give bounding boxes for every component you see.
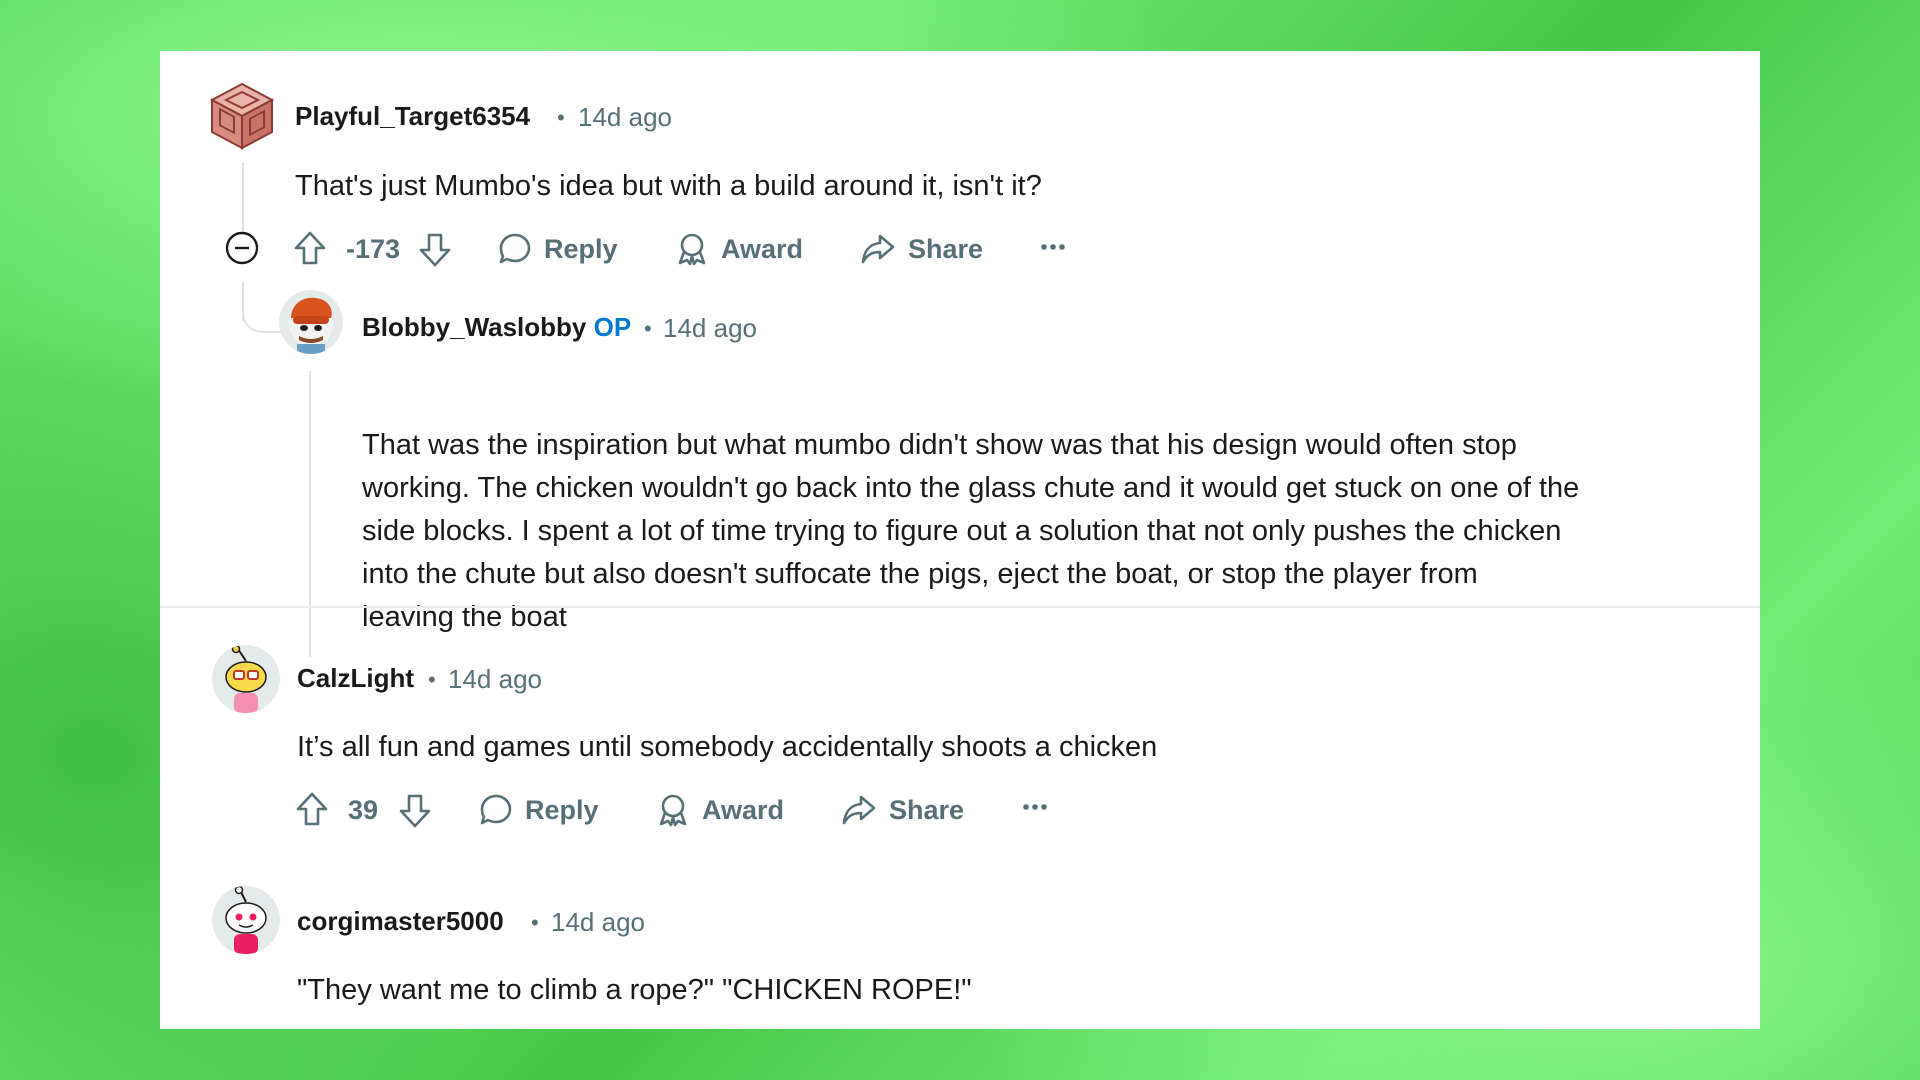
comment-body-line: side blocks. I spent a lot of time tryin…: [362, 515, 1562, 547]
comment-body-line: That was the inspiration but what mumbo …: [362, 429, 1517, 461]
upvote-button[interactable]: [293, 230, 327, 266]
downvote-button[interactable]: [398, 793, 432, 829]
timestamp[interactable]: 14d ago: [663, 313, 757, 344]
comment-thread-card: Playful_Target6354 • 14d ago That's just…: [160, 51, 1760, 1029]
award-label: Award: [702, 794, 785, 825]
downvote-button[interactable]: [418, 232, 452, 268]
more-options-button[interactable]: [1040, 237, 1066, 257]
arrow-up-icon: [296, 792, 328, 826]
username[interactable]: corgimaster5000: [297, 906, 504, 937]
comment-body-line: leaving the boat: [362, 601, 567, 633]
arrow-down-icon: [399, 794, 431, 828]
vote-count: -173: [346, 234, 401, 264]
collapse-button[interactable]: [225, 231, 259, 265]
avatar[interactable]: [212, 886, 280, 954]
reply-label: Reply: [525, 794, 599, 825]
share-button[interactable]: Share: [860, 232, 983, 266]
meta-separator: •: [644, 316, 652, 341]
avatar[interactable]: [212, 645, 280, 713]
cube-avatar-icon: [210, 82, 274, 150]
award-button[interactable]: Award: [656, 793, 784, 827]
timestamp[interactable]: 14d ago: [551, 907, 645, 938]
op-badge: OP: [593, 312, 632, 342]
award-label: Award: [721, 233, 804, 264]
reply-button[interactable]: Reply: [498, 232, 618, 266]
meta-separator: •: [428, 667, 436, 692]
award-button[interactable]: Award: [675, 232, 803, 266]
snoo-avatar-icon: [225, 645, 267, 713]
comment-body: "They want me to climb a rope?" "CHICKEN…: [297, 974, 972, 1006]
arrow-up-icon: [294, 231, 326, 265]
speech-bubble-icon: [480, 794, 512, 825]
reply-button[interactable]: Reply: [479, 793, 599, 827]
username[interactable]: CalzLight: [297, 663, 414, 694]
username-text: Blobby_Waslobby: [362, 312, 587, 342]
username[interactable]: Playful_Target6354: [295, 101, 530, 132]
award-ribbon-icon: [678, 233, 706, 266]
timestamp[interactable]: 14d ago: [448, 664, 542, 695]
meta-separator: •: [557, 105, 565, 130]
meta-separator: •: [531, 910, 539, 935]
share-arrow-icon: [842, 795, 876, 825]
username[interactable]: Blobby_Waslobby OP: [362, 312, 631, 343]
ellipsis-icon: [1023, 804, 1047, 810]
divider: [160, 606, 1760, 608]
reply-thread-line[interactable]: [309, 371, 311, 657]
award-ribbon-icon: [659, 794, 687, 827]
arrow-down-icon: [419, 233, 451, 267]
more-options-button[interactable]: [1022, 797, 1048, 817]
comment-body: It’s all fun and games until somebody ac…: [297, 731, 1158, 763]
share-button[interactable]: Share: [841, 793, 964, 827]
upvote-button[interactable]: [295, 791, 329, 827]
snoo-avatar-icon: [225, 886, 267, 954]
ellipsis-icon: [1041, 244, 1065, 250]
snoo-avatar-icon: [289, 297, 333, 354]
avatar[interactable]: [279, 290, 343, 354]
reply-label: Reply: [544, 233, 618, 264]
share-arrow-icon: [861, 234, 895, 264]
timestamp[interactable]: 14d ago: [578, 102, 672, 133]
comment-body-line: into the chute but also doesn't suffocat…: [362, 558, 1478, 590]
share-label: Share: [908, 233, 984, 264]
avatar[interactable]: [210, 82, 274, 150]
minus-circle-icon: [225, 231, 259, 265]
vote-count: 39: [348, 795, 379, 825]
comment-body-line: working. The chicken wouldn't go back in…: [362, 472, 1580, 504]
comment-body: That's just Mumbo's idea but with a buil…: [295, 170, 1042, 202]
thread-curve: [242, 301, 282, 333]
share-label: Share: [889, 794, 965, 825]
speech-bubble-icon: [499, 233, 531, 264]
